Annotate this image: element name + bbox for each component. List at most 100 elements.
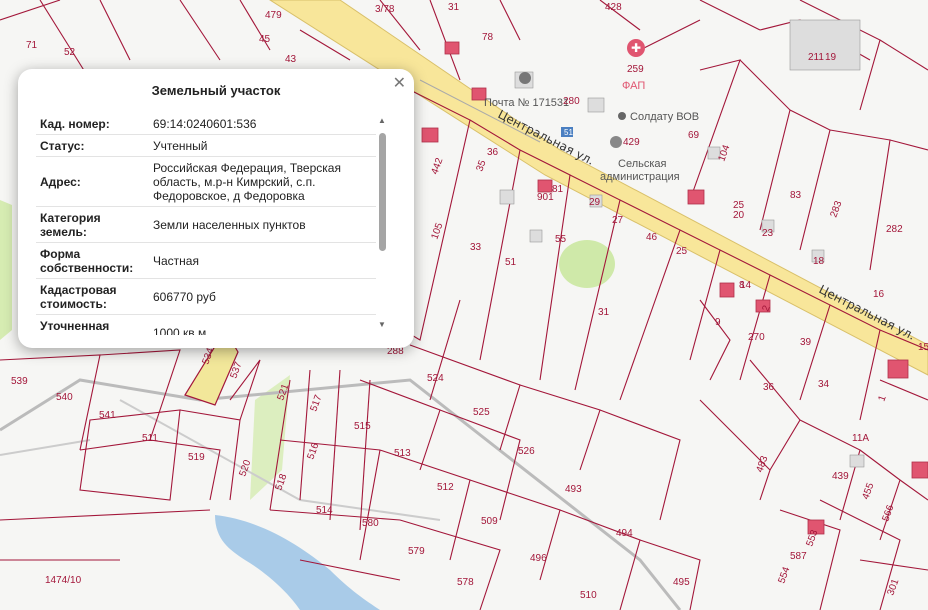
mail-icon[interactable] (519, 72, 531, 84)
plot-number: 18 (813, 256, 825, 267)
plot-number: 479 (265, 10, 282, 21)
row-value: 69:14:0240601:536 (153, 117, 257, 131)
plot-number: 494 (616, 528, 633, 539)
plot-number: 25 (676, 246, 688, 257)
bus-stop-label: 51 (564, 128, 573, 137)
plot-number: 36 (763, 382, 775, 393)
row-address: Адрес: Российская Федерация, Тверская обл… (36, 157, 376, 207)
plot-number: 23 (762, 228, 774, 239)
admin-icon[interactable] (610, 136, 622, 148)
plot-number: 259 (627, 64, 644, 75)
plot-number: 428 (605, 2, 622, 13)
scroll-down-icon[interactable]: ▼ (377, 321, 387, 329)
green-area (559, 240, 615, 288)
plot-number: 495 (673, 577, 690, 588)
plot-number: 580 (362, 518, 379, 529)
scroll-thumb[interactable] (379, 133, 386, 251)
plot-number: 514 (316, 505, 333, 516)
plot-number: 540 (56, 392, 73, 403)
plot-number: 429 (623, 137, 640, 148)
poi-fap: ФАП (622, 80, 645, 92)
plot-number: 270 (748, 332, 765, 343)
plot-number: 526 (518, 446, 535, 457)
row-value: Земли населенных пунктов (153, 218, 306, 232)
plot-number: 525 (473, 407, 490, 418)
row-area: Уточненная площадь: 1000 кв.м (36, 315, 376, 335)
plot-number: 19 (825, 52, 837, 63)
plot-number: 20 (733, 210, 745, 221)
monument-icon[interactable] (618, 112, 626, 120)
plot-number: 36 (487, 147, 499, 158)
plot-number: 211 (808, 52, 824, 63)
plot-number: 587 (790, 551, 807, 562)
row-ownership: Форма собственности: Частная (36, 243, 376, 279)
plot-number: 52 (64, 47, 76, 58)
plot-number: 541 (99, 410, 116, 421)
hospital-icon-glyph: ✚ (631, 41, 641, 55)
plot-number: 31 (598, 307, 610, 318)
scroll-up-icon[interactable]: ▲ (377, 117, 387, 125)
plot-number: 39 (800, 337, 812, 348)
plot-number: 31 (448, 2, 460, 13)
row-value: Российская Федерация, Тверская область, … (153, 161, 341, 203)
row-status: Статус: Учтенный (36, 135, 376, 157)
row-key: Адрес: (40, 175, 81, 189)
plot-number: 78 (482, 32, 494, 43)
row-key: Кад. номер: (40, 117, 110, 131)
plot-number: 46 (646, 232, 658, 243)
plot-number: 539 (11, 376, 28, 387)
row-value: Учтенный (153, 139, 208, 153)
popup-body: Кад. номер: 69:14:0240601:536 Статус: Учте… (36, 113, 376, 335)
row-key: Кадастровая стоимость: (40, 283, 117, 311)
row-cadastral-number: Кад. номер: 69:14:0240601:536 (36, 113, 376, 135)
plot-number: 579 (408, 546, 425, 557)
plot-number: 45 (259, 34, 271, 45)
poi-admin-line2: администрация (600, 171, 680, 183)
poi-pochta: Почта № 171531 (484, 97, 569, 109)
plot-number: 34 (818, 379, 830, 390)
plot-number: 33 (470, 242, 482, 253)
plot-number: 439 (832, 471, 849, 482)
row-value: 606770 руб (153, 290, 216, 304)
plot-number: 578 (457, 577, 474, 588)
plot-number: 27 (612, 215, 624, 226)
plot-number: 282 (886, 224, 903, 235)
parcel-info-popup: Земельный участок ✕ Кад. номер: 69:14:024… (18, 69, 414, 348)
row-land-category: Категория земель: Земли населенных пункто… (36, 207, 376, 243)
row-key: Категория земель: (40, 211, 101, 239)
plot-number: 16 (873, 289, 885, 300)
plot-number: 69 (688, 130, 700, 141)
green-area (0, 200, 12, 340)
plot-number: 43 (285, 54, 297, 65)
plot-number: 496 (530, 553, 547, 564)
plot-number: 11А (852, 433, 869, 444)
plot-number: 512 (437, 482, 454, 493)
plot-number: 83 (790, 190, 802, 201)
poi-soldatu: Солдату ВОВ (630, 111, 699, 123)
plot-number: 51 (505, 257, 517, 268)
plot-number: 81 (552, 184, 564, 195)
close-icon[interactable]: ✕ (393, 73, 406, 93)
popup-scrollbar[interactable]: ▲ ▼ (377, 117, 387, 329)
plot-number: 493 (565, 484, 582, 495)
plot-number: 511 (142, 433, 158, 444)
plot-number: 519 (188, 452, 205, 463)
plot-number: 29 (589, 197, 601, 208)
row-value: 1000 кв.м (153, 326, 207, 335)
plot-number: 280 (563, 96, 580, 107)
plot-number: 9 (715, 317, 721, 328)
row-key: Форма собственности: (40, 247, 134, 275)
plot-number: 513 (394, 448, 411, 459)
row-key: Уточненная площадь: (40, 319, 110, 335)
row-cadastral-value: Кадастровая стоимость: 606770 руб (36, 279, 376, 315)
plot-number: 510 (580, 590, 597, 601)
plot-number: 515 (354, 421, 371, 432)
row-value: Частная (153, 254, 199, 268)
plot-number: 524 (427, 373, 444, 384)
plot-number: 71 (26, 40, 38, 51)
poi-admin-line1: Сельская (618, 158, 667, 170)
plot-number: 8 (739, 280, 745, 291)
plot-number: 15 (918, 342, 928, 353)
plot-number: 3/78 (375, 4, 395, 15)
plot-number: 1474/10 (45, 575, 82, 586)
